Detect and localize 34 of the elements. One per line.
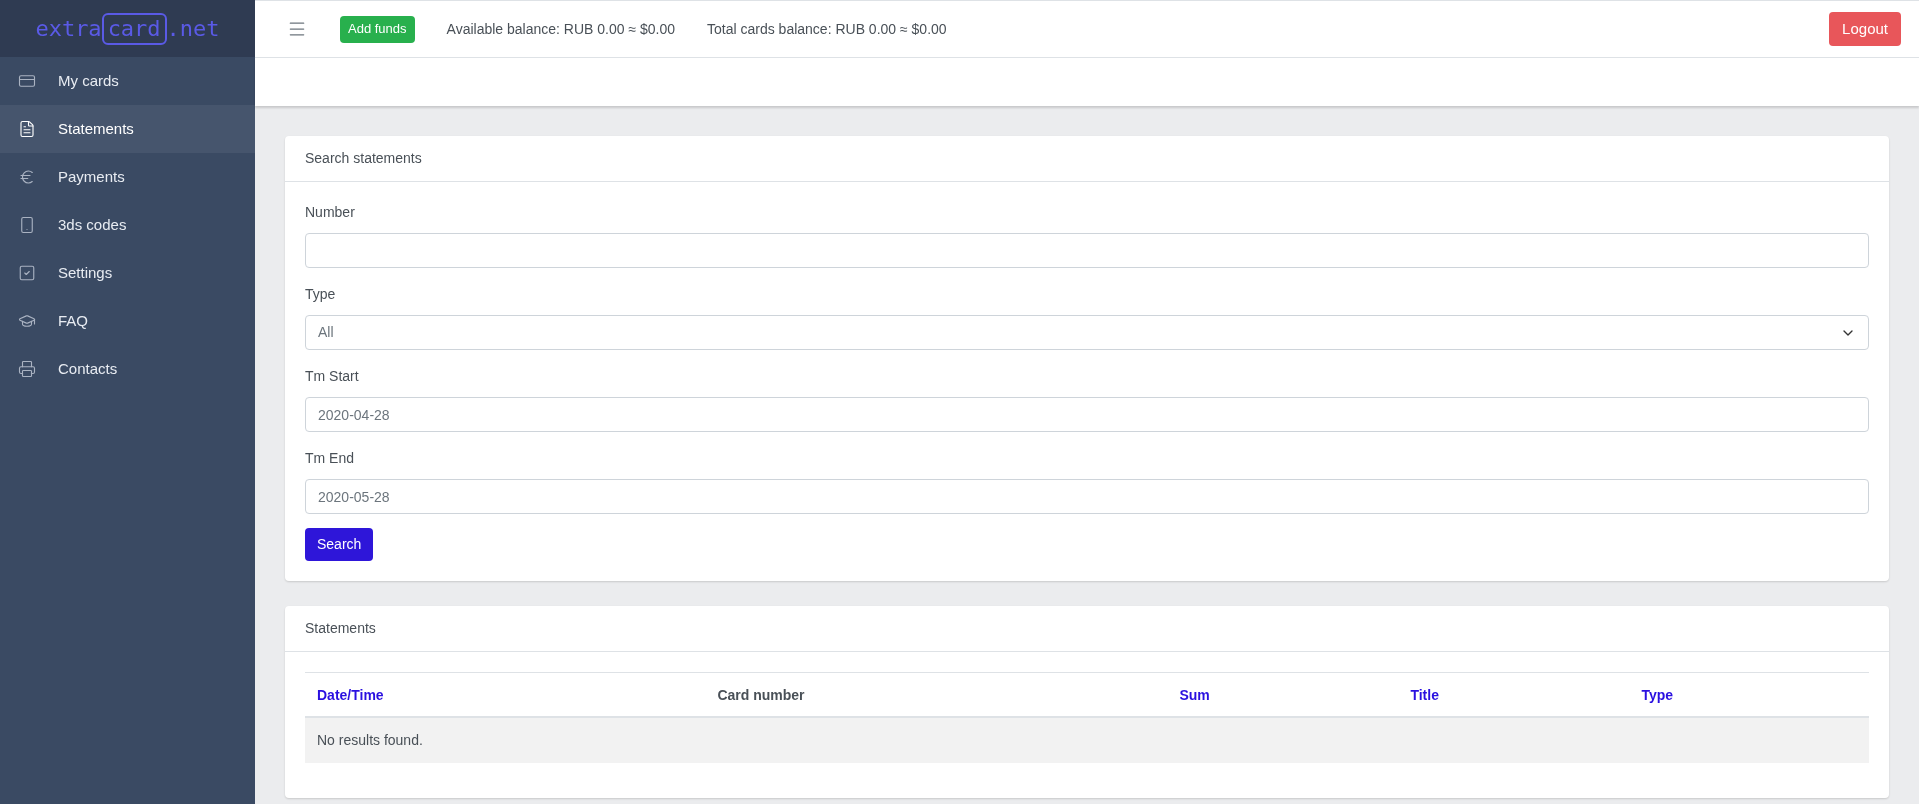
card-title: Statements xyxy=(285,606,1889,652)
sidebar-item[interactable]: FAQ xyxy=(0,297,255,345)
checkbox-icon xyxy=(18,264,36,282)
field-label: Tm Start xyxy=(305,367,360,386)
empty-message: No results found. xyxy=(317,731,423,750)
available-balance: Available balance: RUB 0.00 ≈ $0.00 xyxy=(446,19,675,39)
document-icon xyxy=(18,120,36,138)
total-balance: Total cards balance: RUB 0.00 ≈ $0.00 xyxy=(707,19,947,39)
field-label: Tm End xyxy=(305,449,355,468)
column-header-link[interactable]: Title xyxy=(1410,686,1439,703)
printer-icon xyxy=(18,360,36,378)
search-button[interactable]: Search xyxy=(305,528,374,561)
input-field[interactable]: 2020-04-28 xyxy=(305,397,1869,432)
input-field[interactable] xyxy=(305,233,1869,268)
phone-icon xyxy=(18,216,36,234)
column-header-link[interactable]: Date/Time xyxy=(317,686,384,703)
logout-button[interactable]: Logout xyxy=(1829,12,1901,46)
euro-icon xyxy=(18,168,36,186)
sidebar-item[interactable]: 3ds codes xyxy=(0,201,255,249)
sidebar-item[interactable]: Payments xyxy=(0,153,255,201)
column-header-link[interactable]: Type xyxy=(1641,686,1674,703)
column-header-link[interactable]: Sum xyxy=(1179,686,1210,703)
sidebar-item[interactable]: Statements xyxy=(0,105,255,153)
sidebar-item[interactable]: Contacts xyxy=(0,345,255,393)
graduation-cap-icon xyxy=(18,312,36,330)
type-select[interactable]: All xyxy=(305,315,1869,350)
input-field[interactable]: 2020-05-28 xyxy=(305,479,1869,514)
sidebar-item[interactable]: Settings xyxy=(0,249,255,297)
column-header: Card number xyxy=(717,686,805,703)
card-title: Search statements xyxy=(285,136,1889,182)
card-icon xyxy=(18,72,36,90)
sidebar-item[interactable]: My cards xyxy=(0,57,255,105)
field-label: Number xyxy=(305,203,356,222)
field-label: Type xyxy=(305,285,337,304)
